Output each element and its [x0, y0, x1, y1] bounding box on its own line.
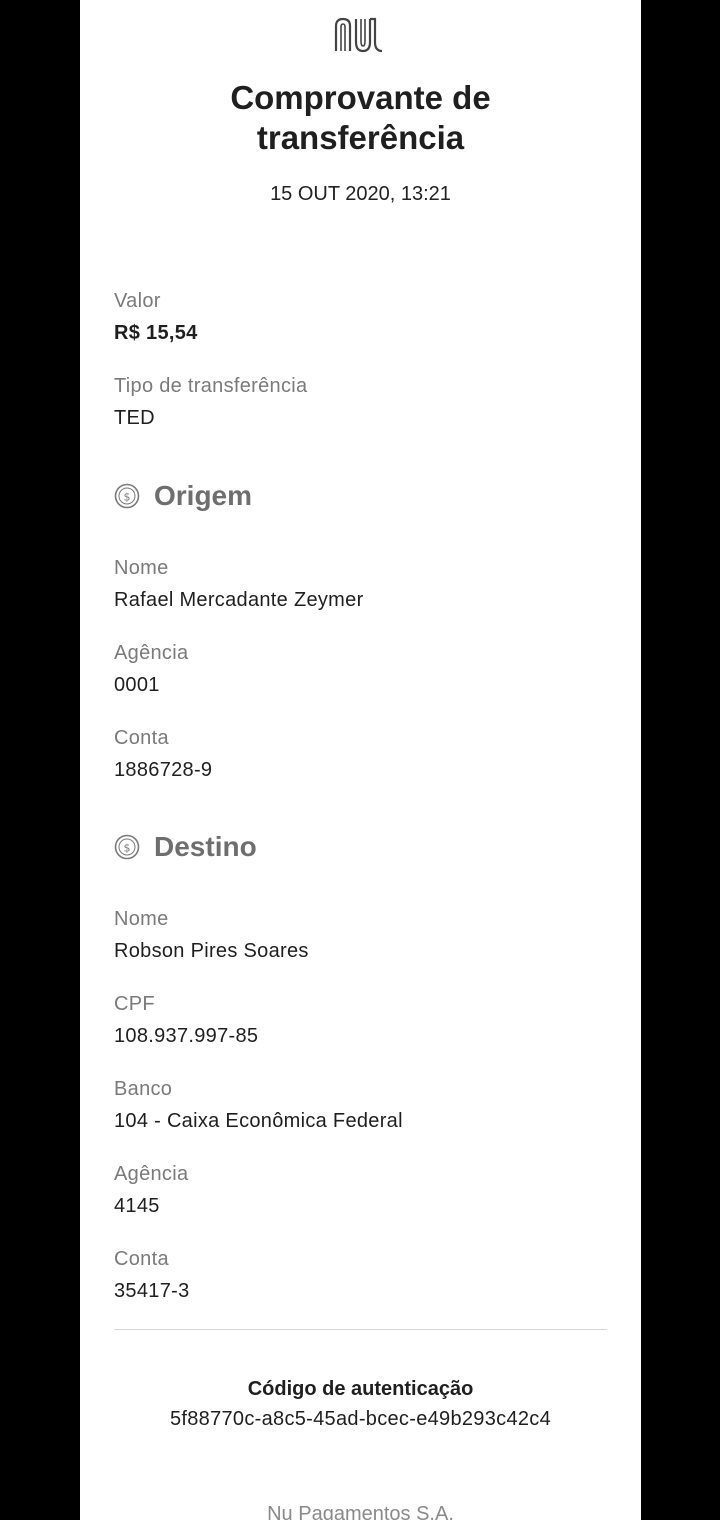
section-divider: [114, 1329, 607, 1330]
authentication-code-label: Código de autenticação: [247, 1378, 474, 1400]
destino-banco-label: Banco: [114, 1078, 173, 1100]
destino-cpf-value: 108.937.997-85: [114, 1025, 259, 1047]
valor-value: R$ 15,54: [114, 322, 198, 344]
transfer-timestamp: 15 OUT 2020, 13:21: [270, 183, 451, 205]
destino-cpf-label: CPF: [114, 993, 155, 1015]
origem-agencia-value: 0001: [114, 674, 160, 696]
destino-section-header: $ Destino: [114, 831, 257, 863]
destino-heading: Destino: [154, 831, 257, 862]
tipo-transferencia-label: Tipo de transferência: [114, 375, 308, 397]
origem-conta-label: Conta: [114, 727, 169, 749]
valor-label: Valor: [114, 290, 161, 312]
origem-agencia-label: Agência: [114, 642, 189, 664]
destino-nome-label: Nome: [114, 908, 169, 930]
svg-text:$: $: [124, 842, 131, 855]
origem-conta-value: 1886728-9: [114, 759, 213, 781]
origem-section-header: $ Origem: [114, 480, 252, 512]
destino-conta-label: Conta: [114, 1248, 169, 1270]
origem-heading: Origem: [154, 480, 253, 511]
destino-agencia-label: Agência: [114, 1163, 189, 1185]
page-title: Comprovante de transferência: [230, 79, 491, 156]
footer-company: Nu Pagamentos S.A.: [267, 1503, 454, 1520]
origem-nome-value: Rafael Mercadante Zeymer: [114, 589, 364, 611]
destino-nome-value: Robson Pires Soares: [114, 940, 309, 962]
money-circle-icon: $: [114, 483, 140, 509]
transfer-receipt: Comprovante de transferência 15 OUT 2020…: [80, 0, 641, 1520]
money-circle-icon: $: [114, 834, 140, 860]
svg-text:$: $: [124, 491, 131, 504]
destino-conta-value: 35417-3: [114, 1280, 190, 1302]
authentication-code-value: 5f88770c-a8c5-45ad-bcec-e49b293c42c4: [169, 1408, 552, 1430]
tipo-transferencia-value: TED: [114, 407, 155, 429]
origem-nome-label: Nome: [114, 557, 169, 579]
destino-agencia-value: 4145: [114, 1195, 160, 1217]
destino-banco-value: 104 - Caixa Econômica Federal: [114, 1110, 403, 1132]
nubank-logo-icon: [334, 17, 383, 53]
